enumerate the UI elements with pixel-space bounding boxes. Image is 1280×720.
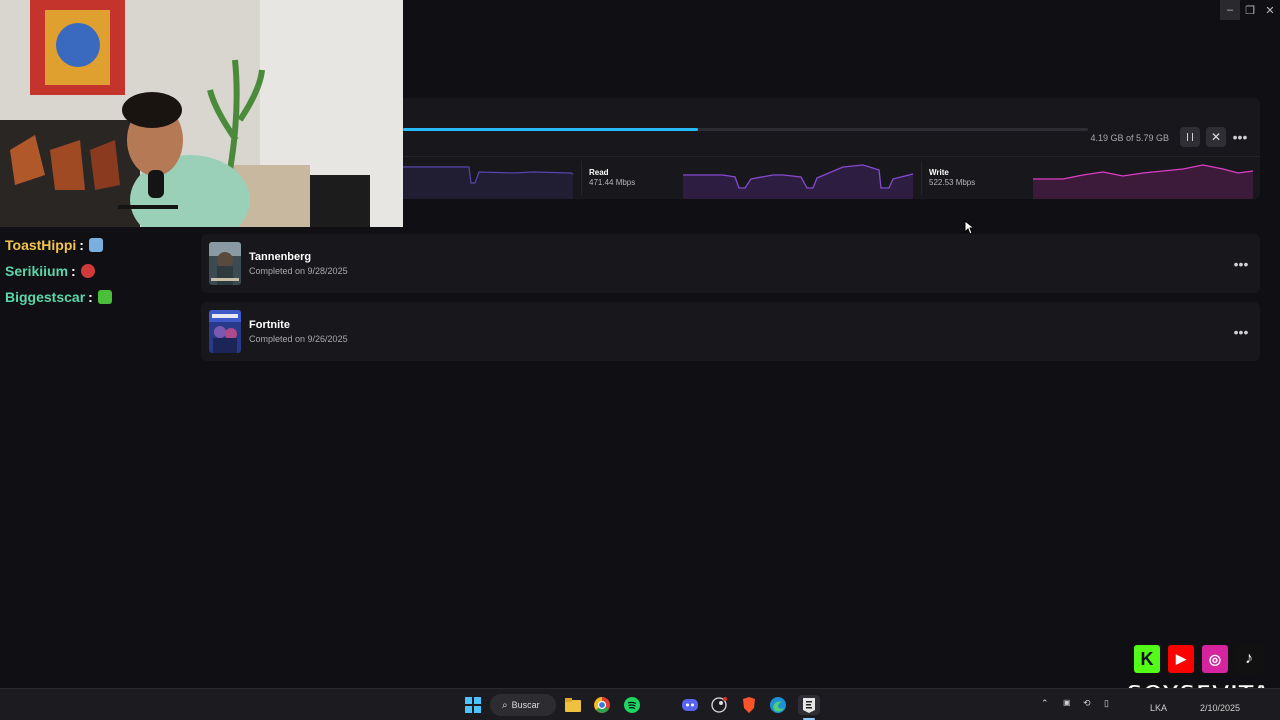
- youtube-icon: ▶: [1166, 643, 1196, 675]
- game-title: Fortnite: [249, 319, 290, 331]
- mouse-cursor-icon: [964, 220, 974, 235]
- chat-colon: :: [79, 237, 84, 253]
- chat-colon: :: [71, 263, 76, 279]
- windows-start-icon[interactable]: [463, 695, 483, 715]
- chat-message: Biggestscar :: [5, 284, 112, 310]
- stat-write: Write 522.53 Mbps: [923, 157, 1258, 199]
- more-icon: •••: [1233, 256, 1249, 272]
- game-cover-tannenberg: [209, 242, 241, 285]
- chat-username: Biggestscar: [5, 289, 86, 305]
- write-value: 522.53 Mbps: [929, 178, 976, 187]
- search-icon: ⌕: [502, 699, 508, 711]
- download-progress-fill: [403, 128, 698, 131]
- instagram-icon: ◎: [1200, 643, 1230, 675]
- pause-download-button[interactable]: [1180, 127, 1200, 147]
- webcam-overlay: [0, 0, 403, 227]
- stat-separator: [581, 161, 582, 195]
- chrome-icon[interactable]: [592, 695, 612, 715]
- tiktok-icon: ♪: [1234, 643, 1264, 675]
- epic-games-icon[interactable]: [798, 695, 820, 715]
- kick-icon: K: [1132, 643, 1162, 675]
- edge-icon[interactable]: [768, 695, 788, 715]
- game-cover-fortnite: [209, 310, 241, 353]
- download-more-button[interactable]: •••: [1230, 127, 1250, 147]
- item-more-button[interactable]: •••: [1230, 322, 1252, 342]
- search-label: Buscar: [511, 700, 540, 710]
- write-sparkline: [1033, 164, 1254, 199]
- item-more-button[interactable]: •••: [1230, 254, 1252, 274]
- taskbar-clock[interactable]: 2/10/2025: [1200, 703, 1240, 713]
- emote-icon: [80, 264, 95, 278]
- library-item[interactable]: Tannenberg Completed on 9/28/2025 •••: [201, 234, 1260, 293]
- close-icon: ✕: [1210, 130, 1222, 144]
- tray-chevron-icon[interactable]: ⌃: [1041, 698, 1049, 709]
- pause-icon: [1187, 133, 1193, 141]
- restore-button[interactable]: ❐: [1240, 0, 1260, 20]
- emote-icon: [97, 290, 112, 304]
- more-icon: •••: [1232, 129, 1248, 145]
- chat-colon: :: [88, 289, 93, 305]
- read-value: 471.44 Mbps: [589, 178, 636, 187]
- minimize-button[interactable]: –: [1220, 0, 1240, 20]
- taskbar-search[interactable]: ⌕ Buscar: [490, 694, 556, 716]
- more-icon: •••: [1233, 324, 1249, 340]
- download-stats: Read 471.44 Mbps Write 522.53 Mbps: [403, 157, 1260, 199]
- stat-network: [403, 157, 579, 199]
- game-status: Completed on 9/28/2025: [249, 266, 348, 276]
- file-explorer-icon[interactable]: [563, 695, 583, 715]
- window-controls: – ❐ ✕: [1220, 0, 1280, 20]
- stat-separator: [921, 161, 922, 195]
- network-sparkline: [403, 166, 574, 199]
- tray-battery-icon[interactable]: ▯: [1104, 698, 1109, 709]
- language-indicator[interactable]: LKA: [1150, 703, 1167, 713]
- library-item[interactable]: Fortnite Completed on 9/26/2025 •••: [201, 302, 1260, 361]
- chat-username: ToastHippi: [5, 237, 77, 253]
- read-label: Read: [589, 168, 609, 177]
- taskbar: ⌕ Buscar ⌃ ▣ ⟲ ▯ LKA 2/10/2025: [0, 688, 1280, 720]
- tray-app-icon[interactable]: ▣: [1063, 698, 1071, 707]
- emote-icon: [88, 238, 103, 252]
- game-title: Tannenberg: [249, 251, 312, 263]
- download-progress-bar: [403, 128, 1088, 131]
- cancel-download-button[interactable]: ✕: [1206, 127, 1226, 147]
- spotify-icon[interactable]: [622, 695, 642, 715]
- chat-message: Serikiium :: [5, 258, 112, 284]
- chat-message: ToastHippi :: [5, 232, 112, 258]
- download-panel: 4.19 GB of 5.79 GB ✕ ••• Read 471.44 Mbp…: [403, 98, 1260, 199]
- stream-chat: ToastHippi : Serikiium : Biggestscar :: [5, 232, 112, 310]
- close-window-button[interactable]: ✕: [1260, 0, 1280, 20]
- download-size-text: 4.19 GB of 5.79 GB: [1090, 133, 1169, 143]
- game-status: Completed on 9/26/2025: [249, 334, 348, 344]
- chat-username: Serikiium: [5, 263, 69, 279]
- tray-update-icon[interactable]: ⟲: [1083, 698, 1091, 709]
- brave-icon[interactable]: [739, 695, 759, 715]
- discord-icon[interactable]: [680, 695, 700, 715]
- stat-read: Read 471.44 Mbps: [583, 157, 914, 199]
- read-sparkline: [683, 164, 914, 199]
- steam-icon[interactable]: [709, 695, 729, 715]
- write-label: Write: [929, 168, 949, 177]
